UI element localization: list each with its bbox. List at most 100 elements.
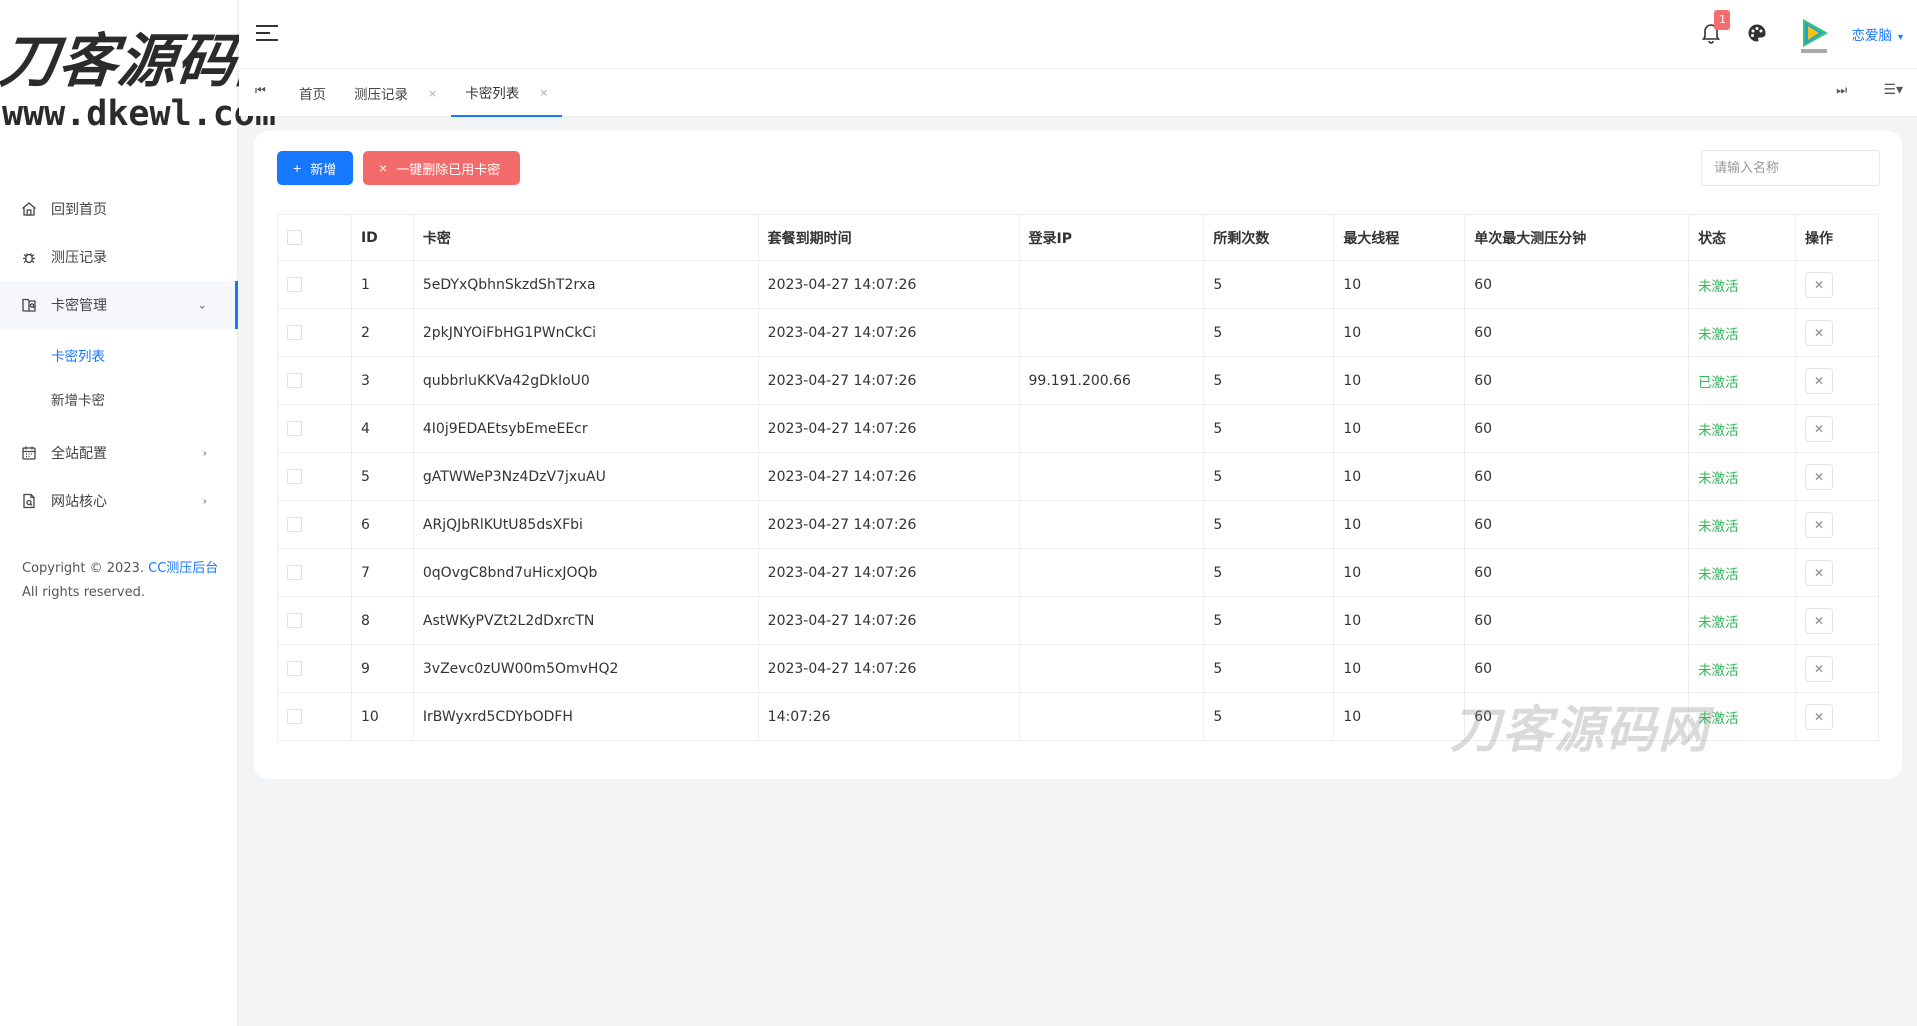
cell-id: 4 [350,404,414,453]
logo-title: 刀客源码网 [0,27,299,95]
close-icon[interactable]: × [539,86,548,99]
cell-expire: 2023-04-27 14:07:26 [757,260,1020,309]
row-select-cell[interactable] [277,548,352,597]
column-header: 登录IP [1018,214,1205,261]
row-select-cell[interactable] [277,452,352,501]
select-all-checkbox[interactable] [287,230,302,245]
status-badge: 已激活 [1698,374,1739,391]
row-select-cell[interactable] [277,596,352,645]
notification-bell-icon[interactable]: 1 [1701,10,1731,46]
delete-row-button[interactable]: ✕ [1804,607,1833,634]
row-checkbox[interactable] [287,517,302,532]
tab-list: 首页 测压记录 × 卡密列表 × [285,69,563,117]
cell-ip [1018,644,1205,693]
row-select-cell[interactable] [277,644,352,693]
sidebar-item-site-config[interactable]: 全站配置 › [0,429,237,477]
sidebar-item-home[interactable]: 回到首页 [0,185,237,233]
sidebar-item-site-core[interactable]: 网站核心 › [0,477,237,525]
cell-minutes: 60 [1464,308,1690,357]
search-input[interactable] [1701,150,1880,186]
delete-row-button[interactable]: ✕ [1804,463,1833,490]
cell-key: AstWKyPVZt2L2dDxrcTN [412,596,759,645]
cell-id: 8 [350,596,414,645]
cell-expire: 2023-04-27 14:07:26 [757,452,1020,501]
row-checkbox[interactable] [287,373,302,388]
cell-minutes: 60 [1464,404,1690,453]
row-select-cell[interactable] [277,692,352,741]
delete-row-button[interactable]: ✕ [1804,319,1833,346]
row-select-cell[interactable] [277,260,352,309]
tab-label: 测压记录 [354,87,408,103]
sidebar-item-label: 测压记录 [51,250,107,266]
row-checkbox[interactable] [287,421,302,436]
chevron-down-icon: ⌄ [197,298,207,312]
cell-ip [1018,596,1205,645]
column-header: 卡密 [412,214,759,261]
delete-row-button[interactable]: ✕ [1804,271,1833,298]
tab-menu-icon[interactable]: ☰▾ [1883,82,1903,98]
sidebar-item-add-card[interactable]: 新增卡密 [0,379,237,423]
row-checkbox[interactable] [287,325,302,340]
cell-id: 3 [350,356,414,405]
cell-id: 9 [350,644,414,693]
row-select-cell[interactable] [277,404,352,453]
tab-scroll-right-icon[interactable]: ⏭ [1836,83,1847,98]
tab-card-list[interactable]: 卡密列表 × [451,69,563,117]
status-badge: 未激活 [1698,566,1739,583]
delete-row-button[interactable]: ✕ [1804,367,1833,394]
cell-expire: 2023-04-27 14:07:26 [757,548,1020,597]
table-row: 3 qubbrluKKVa42gDkIoU0 2023-04-27 14:07:26… [277,356,1880,405]
delete-row-button[interactable]: ✕ [1804,655,1833,682]
tab-scroll-left-icon[interactable]: ⏮ [255,83,266,98]
menu-toggle-icon[interactable] [256,25,278,43]
cell-expire: 2023-04-27 14:07:26 [757,356,1020,405]
sidebar-item-card-list[interactable]: 卡密列表 [0,335,237,379]
sidebar-item-label: 全站配置 [51,446,107,462]
cell-remaining: 5 [1203,260,1335,309]
column-header: 最大线程 [1333,214,1466,261]
cell-minutes: 60 [1464,548,1690,597]
select-all-cell[interactable] [277,214,352,261]
site-logo[interactable]: 刀客源码网 www.dkewl.com [0,0,299,145]
row-checkbox[interactable] [287,565,302,580]
delete-row-button[interactable]: ✕ [1804,559,1833,586]
tab-test-records[interactable]: 测压记录 × [340,69,451,117]
row-select-cell[interactable] [277,500,352,549]
cell-key: qubbrluKKVa42gDkIoU0 [412,356,759,405]
sidebar-item-label: 网站核心 [51,494,107,510]
row-select-cell[interactable] [277,356,352,405]
delete-row-button[interactable]: ✕ [1804,415,1833,442]
delete-used-cards-button[interactable]: × 一键删除已用卡密 [363,151,520,185]
theme-palette-icon[interactable] [1747,23,1769,45]
delete-row-button[interactable]: ✕ [1804,703,1833,730]
status-badge: 未激活 [1698,662,1739,679]
copyright-link[interactable]: CC测压后台 [148,561,218,576]
cell-status: 未激活 [1688,692,1796,741]
avatar[interactable] [1791,11,1838,57]
cell-status: 未激活 [1688,644,1796,693]
cell-actions: ✕ [1794,500,1880,549]
close-icon[interactable]: × [428,87,437,100]
column-header: 状态 [1688,214,1796,261]
add-button[interactable]: + 新增 [277,151,353,185]
row-checkbox[interactable] [287,469,302,484]
column-header: ID [350,214,414,261]
cell-actions: ✕ [1794,644,1880,693]
copyright-text: Copyright © 2023. [22,561,149,576]
user-menu[interactable]: 恋爱脑 ▾ [1851,24,1903,44]
cell-expire: 2023-04-27 14:07:26 [757,404,1020,453]
row-checkbox[interactable] [287,661,302,676]
tab-home[interactable]: 首页 [285,69,340,117]
cell-actions: ✕ [1794,404,1880,453]
cell-remaining: 5 [1203,404,1335,453]
cell-key: gATWWeP3Nz4DzV7jxuAU [412,452,759,501]
cell-status: 未激活 [1688,548,1796,597]
delete-row-button[interactable]: ✕ [1804,511,1833,538]
row-checkbox[interactable] [287,277,302,292]
row-checkbox[interactable] [287,613,302,628]
sidebar-item-card-management[interactable]: 卡密管理 ⌄ [0,281,238,329]
document-icon [20,492,38,510]
row-checkbox[interactable] [287,709,302,724]
sidebar-item-test-records[interactable]: 测压记录 [0,233,237,281]
row-select-cell[interactable] [277,308,352,357]
